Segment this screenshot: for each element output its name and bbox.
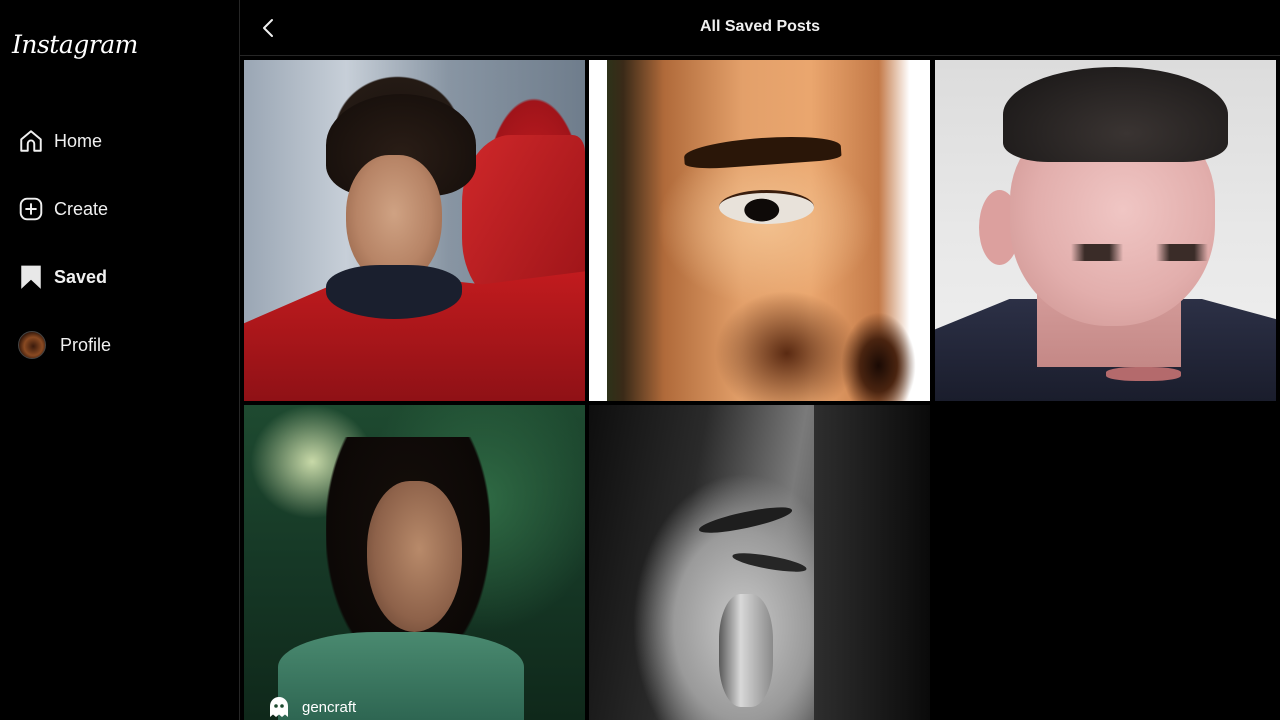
bookmark-icon	[18, 264, 44, 290]
plus-square-icon	[18, 196, 44, 222]
ghost-icon	[270, 697, 288, 717]
saved-post[interactable]	[589, 405, 930, 720]
home-icon	[18, 128, 44, 154]
header: All Saved Posts	[240, 0, 1280, 56]
post-image-detail	[841, 312, 917, 401]
post-image	[935, 60, 1276, 401]
watermark: gencraft	[266, 694, 356, 720]
avatar	[18, 331, 46, 359]
page-title: All Saved Posts	[699, 18, 821, 35]
post-image-detail	[683, 132, 843, 172]
saved-post[interactable]	[244, 60, 585, 401]
post-image-detail	[366, 480, 463, 632]
sidebar-item-home[interactable]: Home	[18, 121, 228, 161]
saved-post[interactable]	[935, 60, 1276, 401]
post-image	[244, 60, 585, 401]
instagram-logo[interactable]: Instagram	[12, 30, 138, 59]
sidebar-item-profile[interactable]: Profile	[18, 325, 228, 365]
post-image-detail	[1003, 66, 1229, 163]
post-image-detail	[325, 264, 463, 320]
post-image-detail	[718, 594, 774, 708]
saved-post[interactable]	[589, 60, 930, 401]
watermark-text: gencraft	[302, 698, 357, 716]
post-image-detail	[589, 60, 607, 401]
sidebar: Instagram Home Create Saved Profile	[0, 0, 240, 720]
post-image-detail	[1071, 244, 1208, 262]
post-image-detail	[814, 405, 930, 720]
post-image	[589, 405, 930, 720]
saved-post[interactable]: gencraft	[244, 405, 585, 720]
sidebar-item-saved[interactable]: Saved	[18, 257, 228, 297]
post-image-detail	[731, 549, 808, 576]
post-image	[589, 60, 930, 401]
sidebar-item-label: Profile	[60, 334, 112, 355]
post-image-detail	[718, 189, 815, 224]
sidebar-item-label: Saved	[54, 266, 108, 287]
post-image-detail	[697, 502, 795, 538]
sidebar-item-label: Create	[54, 198, 109, 219]
sidebar-item-create[interactable]: Create	[18, 189, 228, 229]
post-image-detail	[1105, 366, 1181, 381]
sidebar-item-label: Home	[54, 130, 103, 151]
saved-posts-grid: gencraft	[244, 60, 1280, 720]
post-image: gencraft	[244, 405, 585, 720]
